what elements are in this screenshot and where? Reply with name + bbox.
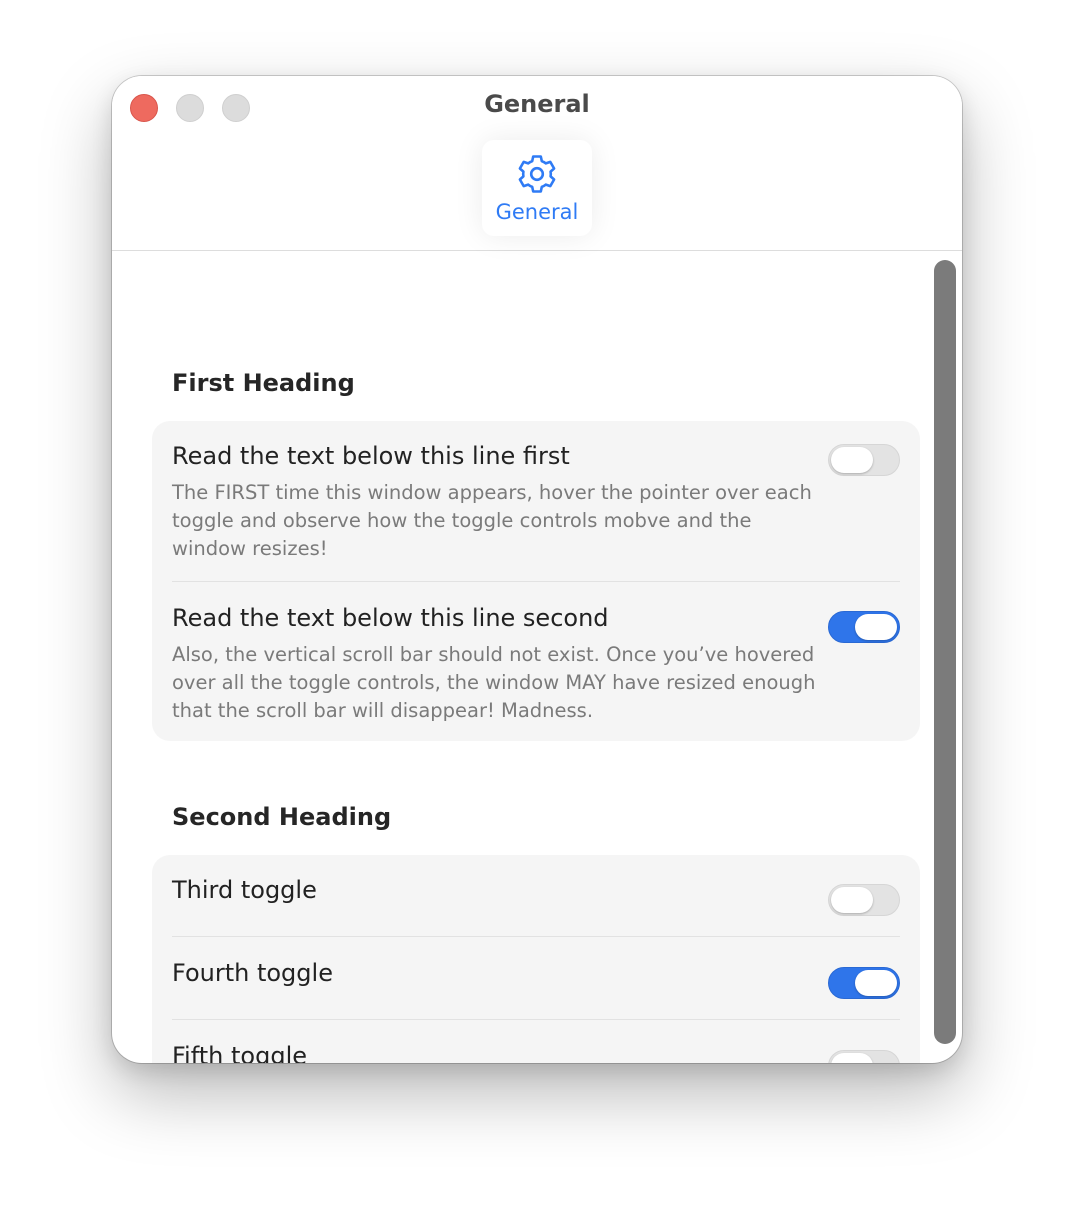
setting-title: Read the text below this line first (172, 442, 570, 470)
toggle-fourth[interactable] (828, 967, 900, 999)
setting-title: Fifth toggle (172, 1042, 307, 1063)
vertical-scrollbar[interactable] (934, 260, 956, 1044)
window-title: General (484, 90, 590, 118)
setting-row-third: Third toggle (172, 873, 900, 933)
setting-description: The FIRST time this window appears, hove… (172, 481, 812, 560)
toggle-third[interactable] (828, 884, 900, 916)
tab-general[interactable]: General (482, 140, 592, 236)
setting-title: Fourth toggle (172, 959, 333, 987)
setting-description: Also, the vertical scroll bar should not… (172, 643, 816, 722)
toggle-fifth[interactable] (828, 1050, 900, 1063)
settings-group-second: Third toggle Fourth toggle Fifth toggle (152, 855, 920, 1063)
section-heading-first: First Heading (172, 369, 355, 397)
toggle-knob (855, 614, 897, 640)
setting-row-read-first: Read the text below this line first The … (172, 439, 900, 579)
section-heading-second: Second Heading (172, 803, 392, 831)
row-divider (172, 1019, 900, 1020)
toggle-read-second[interactable] (828, 611, 900, 643)
tab-general-label: General (495, 200, 579, 224)
gear-icon (518, 155, 556, 193)
setting-row-fifth: Fifth toggle (172, 1039, 900, 1063)
setting-row-read-second: Read the text below this line second Als… (172, 601, 900, 731)
title-bar: General General (112, 76, 962, 251)
row-divider (172, 581, 900, 582)
setting-title: Third toggle (172, 876, 317, 904)
setting-title: Read the text below this line second (172, 604, 609, 632)
settings-group-first: Read the text below this line first The … (152, 421, 920, 741)
settings-content: First Heading Read the text below this l… (112, 251, 962, 1063)
preferences-window: General General First Heading Read the t… (112, 76, 962, 1063)
toggle-knob (831, 447, 873, 473)
row-divider (172, 936, 900, 937)
toggle-knob (831, 1053, 873, 1063)
setting-row-fourth: Fourth toggle (172, 956, 900, 1016)
toggle-read-first[interactable] (828, 444, 900, 476)
toggle-knob (855, 970, 897, 996)
toggle-knob (831, 887, 873, 913)
